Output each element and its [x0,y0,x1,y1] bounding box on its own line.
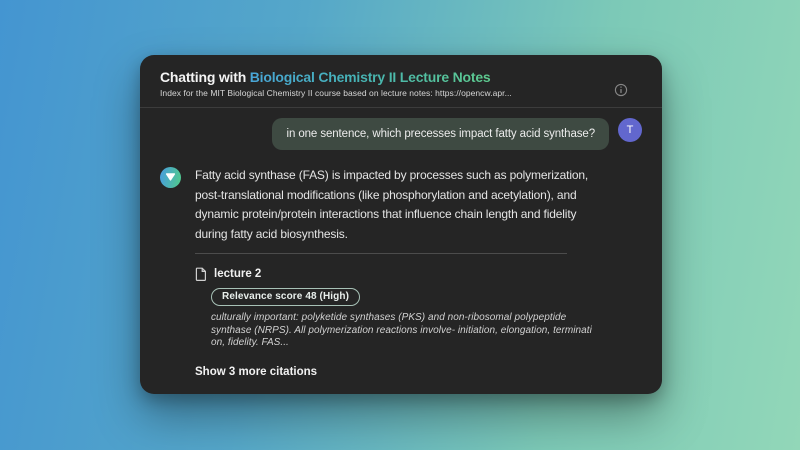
chat-card: Chatting with Biological Chemistry II Le… [140,55,662,394]
title-prefix: Chatting with [160,69,250,85]
user-avatar: T [618,118,642,142]
page-title: Chatting with Biological Chemistry II Le… [160,69,642,85]
info-circle-icon[interactable] [614,83,628,97]
chat-messages: in one sentence, which precesses impact … [140,108,662,380]
citation-source-row: lecture 2 [195,267,642,281]
message-citation-divider [195,253,567,254]
citation-source-label: lecture 2 [214,268,262,280]
citation-excerpt: culturally important: polyketide synthas… [211,312,592,348]
relevance-score-badge: Relevance score 48 (High) [211,288,360,306]
document-icon [195,267,207,281]
triangle-down-icon [165,169,176,187]
user-message-bubble: in one sentence, which precesses impact … [272,118,609,150]
assistant-message-body: Fatty acid synthase (FAS) is impacted by… [195,166,642,380]
assistant-avatar [160,167,181,188]
assistant-message-row: Fatty acid synthase (FAS) is impacted by… [160,166,642,380]
title-index-name: Biological Chemistry II Lecture Notes [249,69,491,85]
assistant-message-text: Fatty acid synthase (FAS) is impacted by… [195,168,589,241]
user-message-row: in one sentence, which precesses impact … [160,118,642,150]
card-header: Chatting with Biological Chemistry II Le… [140,55,662,108]
citation-block: lecture 2 Relevance score 48 (High) cult… [195,267,642,380]
show-more-citations-button[interactable]: Show 3 more citations [195,366,317,378]
index-description: Index for the MIT Biological Chemistry I… [160,88,512,98]
